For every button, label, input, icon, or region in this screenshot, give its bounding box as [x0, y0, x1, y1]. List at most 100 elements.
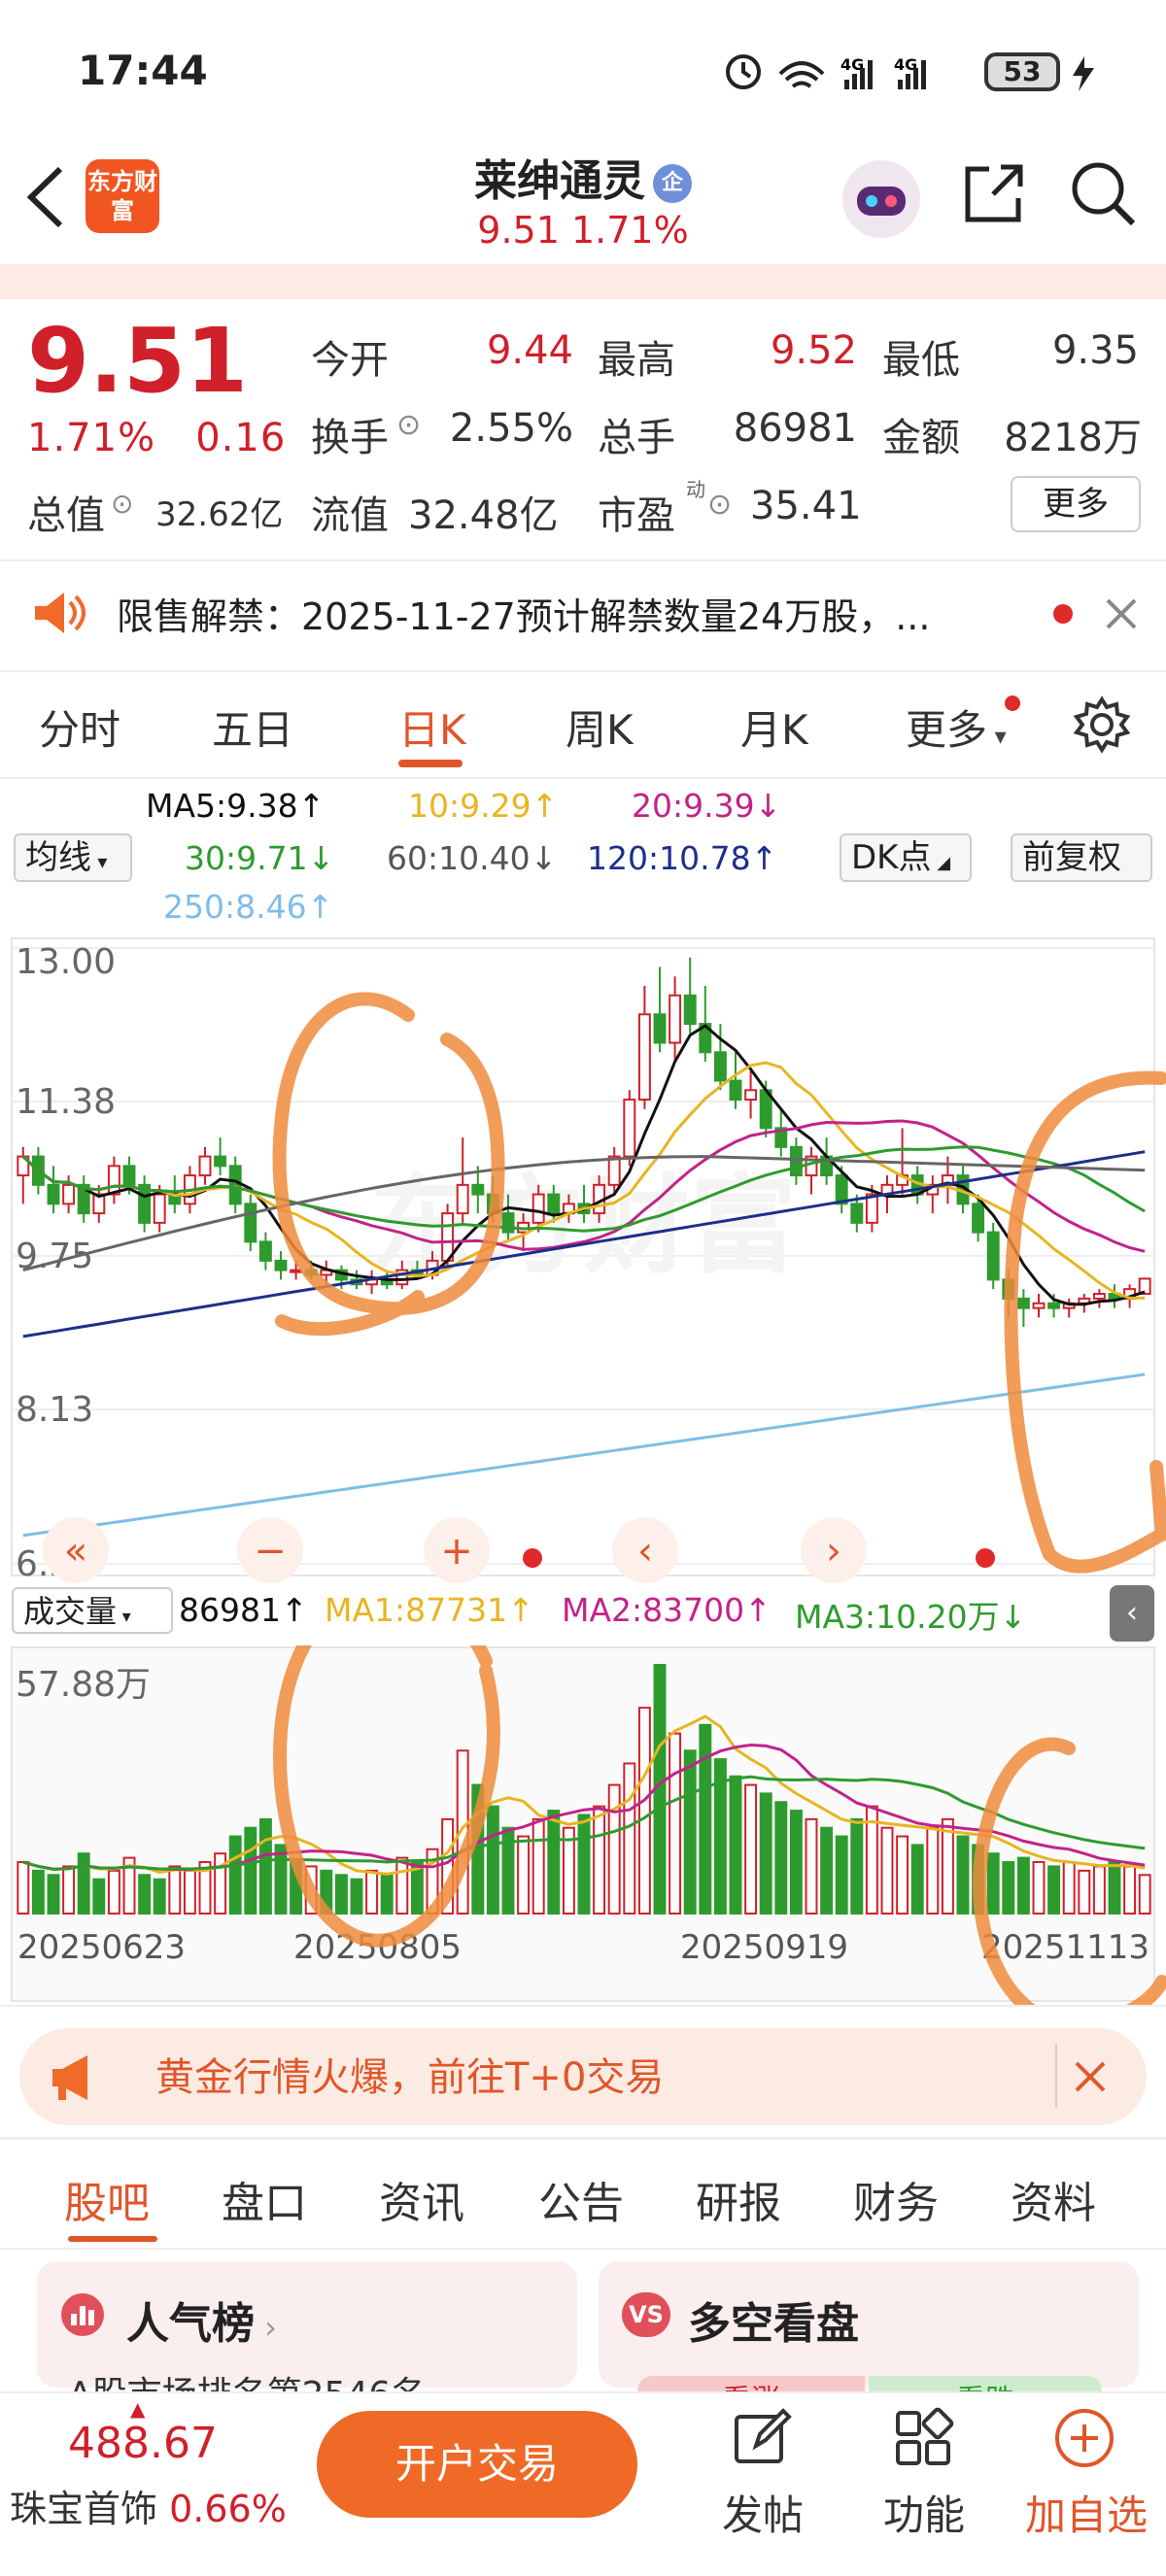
collapse-panel-button[interactable]: ‹ — [1110, 1585, 1154, 1642]
volume-bar — [228, 1835, 242, 1915]
candle — [471, 1183, 485, 1196]
bull-bear-title[interactable]: 多空看盘 — [688, 2288, 859, 2351]
volume-bar — [168, 1865, 182, 1915]
volume-bar — [910, 1844, 924, 1915]
volume-bar — [805, 1817, 818, 1915]
kline-chart[interactable]: 东方财富 13.0011.389.758.136.50 «−+‹› — [0, 932, 1166, 1585]
y-tick-label: 11.38 — [16, 1082, 116, 1122]
info-icon[interactable]: ⊙ — [707, 488, 732, 522]
low-value: 9.35 — [1051, 328, 1139, 373]
volume-bar — [532, 1817, 545, 1915]
candle — [532, 1193, 545, 1224]
candle — [1016, 1297, 1030, 1309]
tab-news[interactable]: 资讯 — [379, 2168, 464, 2230]
chart-control-symbol[interactable]: › — [826, 1529, 841, 1574]
chart-control-symbol[interactable]: − — [254, 1529, 287, 1574]
vol-ma2: MA2:83700↑ — [562, 1591, 772, 1629]
functions-grid-icon[interactable] — [892, 2407, 954, 2469]
info-icon[interactable]: ⊙ — [396, 408, 421, 442]
tab-more-dot — [1005, 695, 1020, 711]
functions-label[interactable]: 功能 — [871, 2483, 977, 2542]
pe-value: 35.41 — [750, 484, 862, 528]
tab-intraday[interactable]: 分时 — [39, 697, 120, 757]
more-quote-button[interactable]: 更多 — [1011, 476, 1141, 532]
info-icon[interactable]: ⊙ — [111, 488, 133, 520]
volume-bar — [637, 1707, 651, 1915]
edit-post-icon[interactable] — [731, 2407, 793, 2469]
add-watchlist-icon[interactable] — [1053, 2407, 1115, 2469]
volume-bar — [517, 1835, 531, 1915]
tab-financials[interactable]: 财务 — [853, 2168, 939, 2230]
candle — [713, 1051, 727, 1082]
app-screen: { "status": {"time": "17:44", "battery":… — [0, 0, 1166, 2576]
robot-avatar-icon[interactable] — [838, 155, 925, 243]
x-date-label: 20250623 — [17, 1928, 186, 1967]
close-icon[interactable] — [1102, 594, 1141, 633]
volume-chart[interactable]: 57.88万20250623 20250805 20250919 20251113 — [0, 1645, 1166, 2005]
sector-name: 珠宝首饰 — [10, 2488, 158, 2530]
x-date-label: 20250919 — [680, 1928, 848, 1967]
vol-ma1: MA1:87731↑ — [325, 1591, 534, 1629]
popularity-title-text: 人气榜 — [126, 2299, 255, 2349]
sector-index-line[interactable]: 珠宝首饰 0.66% — [10, 2479, 287, 2532]
promo-text[interactable]: 黄金行情火爆，前往T+0交易 — [155, 2046, 664, 2102]
popularity-title[interactable]: 人气榜 › — [126, 2288, 277, 2351]
charging-icon — [1073, 56, 1094, 91]
volume-bar — [1123, 1865, 1137, 1915]
ma60-value: 60:10.40↓ — [387, 839, 558, 877]
float-value: 32.48亿 — [408, 493, 559, 538]
candle — [729, 1079, 742, 1102]
ma30-value: 30:9.71↓ — [185, 839, 335, 877]
signal-icons: 4G 4G — [726, 54, 926, 89]
mktcap-label: 总值 — [27, 493, 105, 538]
volume-value: 86981 — [733, 406, 857, 451]
tab-more-label: 更多 — [906, 706, 988, 754]
candle — [501, 1212, 515, 1234]
candle — [62, 1183, 76, 1205]
candle — [122, 1165, 136, 1186]
settings-gear-icon[interactable] — [1073, 695, 1131, 754]
tab-five-day[interactable]: 五日 — [212, 697, 293, 757]
tab-monthly-k[interactable]: 月K — [740, 697, 808, 757]
tab-weekly-k[interactable]: 周K — [566, 697, 634, 757]
tab-more[interactable]: 更多 ▾ — [906, 697, 1007, 757]
unlock-notice[interactable]: 限售解禁：2025-11-27预计解禁数量24万股，... — [117, 587, 930, 640]
tab-forum[interactable]: 股吧 — [64, 2168, 150, 2230]
candle — [669, 994, 682, 1044]
divider — [0, 670, 1166, 672]
volume-bar — [850, 1817, 864, 1915]
chart-control-symbol[interactable]: ‹ — [637, 1529, 653, 1574]
add-watchlist-label[interactable]: 加自选 — [1024, 2483, 1149, 2542]
tab-orderbook[interactable]: 盘口 — [222, 2168, 307, 2230]
post-label[interactable]: 发帖 — [709, 2483, 816, 2542]
close-icon[interactable] — [1071, 2057, 1110, 2096]
volume-bar — [334, 1874, 348, 1915]
ma120-value: 120:10.78↑ — [587, 839, 778, 877]
tab-daily-k[interactable]: 日K — [398, 697, 466, 757]
volume-bar — [380, 1874, 394, 1915]
volume-bar — [744, 1783, 758, 1915]
search-icon[interactable] — [1069, 159, 1139, 229]
chart-control-symbol[interactable]: + — [440, 1529, 473, 1574]
bull-bear-card[interactable] — [599, 2261, 1139, 2388]
chart-control-symbol[interactable]: « — [64, 1529, 87, 1574]
volume-indicator-selector[interactable]: 成交量 ▾ — [12, 1587, 173, 1634]
volume-bar — [62, 1865, 76, 1915]
ma-selector[interactable]: 均线 ▾ — [14, 833, 132, 882]
y-tick-label: 13.00 — [16, 942, 116, 982]
candle — [258, 1240, 272, 1262]
share-icon[interactable] — [960, 159, 1028, 227]
open-account-button[interactable]: 开户交易 — [317, 2411, 637, 2518]
candle — [607, 1155, 621, 1186]
tab-research[interactable]: 研报 — [696, 2168, 781, 2230]
adjust-button[interactable]: 前复权 — [1011, 833, 1152, 882]
dk-point-button[interactable]: DK点 ◢ — [840, 833, 972, 882]
volume-bar — [683, 1749, 697, 1915]
volume-bar — [1016, 1856, 1030, 1915]
candle — [683, 994, 697, 1026]
sector-index-value[interactable]: 488.67 — [68, 2419, 218, 2468]
candle — [986, 1231, 1000, 1281]
tab-profile[interactable]: 资料 — [1011, 2168, 1096, 2230]
volume-bar — [77, 1852, 90, 1915]
tab-announcements[interactable]: 公告 — [538, 2168, 624, 2230]
